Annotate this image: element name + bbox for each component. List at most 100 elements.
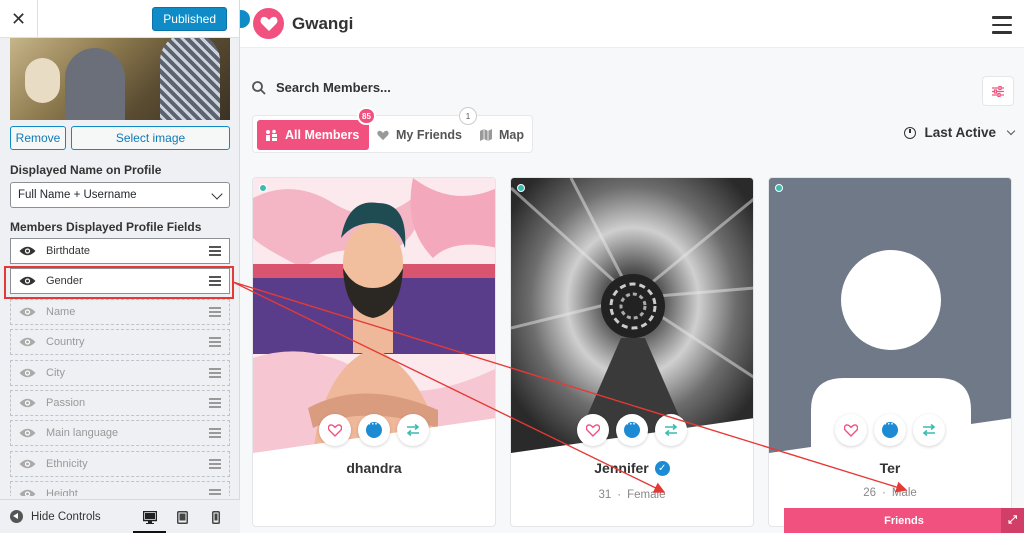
sort-dropdown[interactable]: Last Active — [904, 125, 1016, 140]
profile-field-label: Passion — [46, 396, 86, 409]
friend-request-button[interactable] — [397, 414, 429, 446]
menu-icon[interactable] — [992, 16, 1012, 34]
profile-field-label: Country — [46, 336, 85, 349]
displayed-name-select[interactable]: Full Name + Username — [10, 182, 230, 208]
profile-field-row[interactable]: Gender — [10, 268, 230, 295]
drag-handle-icon[interactable] — [209, 428, 221, 439]
edit-shortcut-icon[interactable] — [240, 10, 250, 28]
member-card[interactable]: dhandra — [252, 177, 496, 527]
profile-field-row[interactable]: Passion — [10, 389, 230, 416]
member-age: 26 — [863, 487, 876, 499]
hide-controls-button[interactable]: Hide Controls — [10, 510, 101, 523]
member-gender: Male — [891, 487, 917, 499]
close-button[interactable]: ✕ — [0, 0, 38, 38]
tablet-icon — [177, 510, 188, 524]
brand-logo[interactable] — [253, 8, 284, 39]
map-icon — [480, 129, 492, 141]
tab-all-members[interactable]: All Members — [257, 120, 370, 150]
tab-map[interactable]: Map — [480, 120, 524, 150]
chat-icon — [882, 419, 898, 438]
expand-icon[interactable]: ⤢ — [1001, 508, 1024, 533]
member-card[interactable]: Jennifer ✓ 31 · Female — [510, 177, 754, 527]
drag-handle-icon[interactable] — [209, 397, 221, 408]
member-actions — [511, 414, 753, 446]
meta-separator: · — [617, 489, 622, 501]
mobile-icon — [211, 510, 220, 524]
cover-image-preview — [10, 38, 230, 120]
meta-separator: · — [882, 487, 886, 499]
member-name[interactable]: Ter — [769, 460, 1011, 476]
member-card[interactable]: Ter 26 · Male — [768, 177, 1012, 527]
brand-name[interactable]: Gwangi — [292, 14, 353, 34]
sliders-icon — [992, 85, 1004, 97]
profile-field-row[interactable]: Height — [10, 481, 230, 496]
eye-icon[interactable] — [19, 489, 36, 496]
drag-handle-icon[interactable] — [209, 458, 221, 469]
customizer-footer: Hide Controls — [0, 499, 240, 533]
drag-handle-icon[interactable] — [209, 337, 221, 348]
message-button[interactable] — [616, 414, 648, 446]
heart-outline-icon — [586, 423, 600, 437]
publish-button[interactable]: Published — [152, 7, 227, 31]
like-button[interactable] — [319, 414, 351, 446]
message-button[interactable] — [874, 414, 906, 446]
select-image-button[interactable]: Select image — [71, 126, 230, 150]
member-meta: 31 · Female — [511, 489, 753, 501]
close-icon: ✕ — [10, 8, 27, 30]
customizer-panel: ✕ Published Remove Select image Displaye… — [0, 0, 240, 533]
friend-request-button[interactable] — [655, 414, 687, 446]
profile-field-row[interactable]: Country — [10, 329, 230, 356]
verified-badge-icon: ✓ — [654, 460, 670, 476]
heart-icon — [377, 130, 389, 141]
eye-icon[interactable] — [19, 398, 36, 408]
member-cover — [253, 178, 495, 453]
eye-icon[interactable] — [19, 246, 36, 256]
mobile-preview-button[interactable] — [199, 500, 232, 533]
desktop-preview-button[interactable] — [133, 500, 166, 533]
member-search[interactable]: Search Members... — [252, 80, 391, 95]
filter-button[interactable] — [982, 76, 1014, 106]
eye-icon[interactable] — [19, 276, 36, 286]
profile-field-label: City — [46, 366, 65, 379]
friend-request-button[interactable] — [913, 414, 945, 446]
member-tabs: All Members My Friends Map — [252, 115, 533, 153]
tablet-preview-button[interactable] — [166, 500, 199, 533]
profile-fields-heading: Members Displayed Profile Fields — [10, 220, 202, 234]
profile-field-row[interactable]: Main language — [10, 420, 230, 447]
profile-field-row[interactable]: Name — [10, 298, 230, 325]
friends-bar-label: Friends — [884, 514, 924, 527]
drag-handle-icon[interactable] — [209, 489, 221, 496]
profile-field-row[interactable]: City — [10, 359, 230, 386]
members-icon — [265, 129, 278, 141]
profile-field-row[interactable]: Ethnicity — [10, 450, 230, 477]
profile-field-label: Ethnicity — [46, 457, 88, 470]
drag-handle-icon[interactable] — [209, 246, 221, 256]
profile-field-row[interactable]: Birthdate — [10, 238, 230, 264]
eye-icon[interactable] — [19, 368, 36, 378]
members-count-badge: 85 — [357, 107, 376, 125]
like-button[interactable] — [577, 414, 609, 446]
eye-icon[interactable] — [19, 307, 36, 317]
friends-chat-bar[interactable]: Friends ⤢ — [784, 508, 1024, 533]
customizer-header: ✕ Published — [0, 0, 239, 38]
heart-outline-icon — [328, 423, 342, 437]
drag-handle-icon[interactable] — [209, 367, 221, 378]
eye-icon[interactable] — [19, 459, 36, 469]
desktop-icon — [142, 510, 157, 524]
heart-logo-icon — [260, 16, 277, 31]
tab-my-friends[interactable]: My Friends — [377, 120, 462, 150]
displayed-name-value: Full Name + Username — [18, 189, 137, 201]
message-button[interactable] — [358, 414, 390, 446]
drag-handle-icon[interactable] — [209, 306, 221, 317]
drag-handle-icon[interactable] — [209, 276, 221, 287]
eye-icon[interactable] — [19, 428, 36, 438]
member-name[interactable]: Jennifer ✓ — [511, 460, 753, 476]
eye-icon[interactable] — [19, 337, 36, 347]
member-name[interactable]: dhandra — [253, 460, 495, 476]
swap-arrows-icon — [664, 424, 678, 436]
heart-outline-icon — [844, 423, 858, 437]
search-input[interactable]: Search Members... — [276, 80, 391, 95]
profile-field-label: Name — [46, 305, 76, 318]
remove-image-button[interactable]: Remove — [10, 126, 66, 150]
like-button[interactable] — [835, 414, 867, 446]
